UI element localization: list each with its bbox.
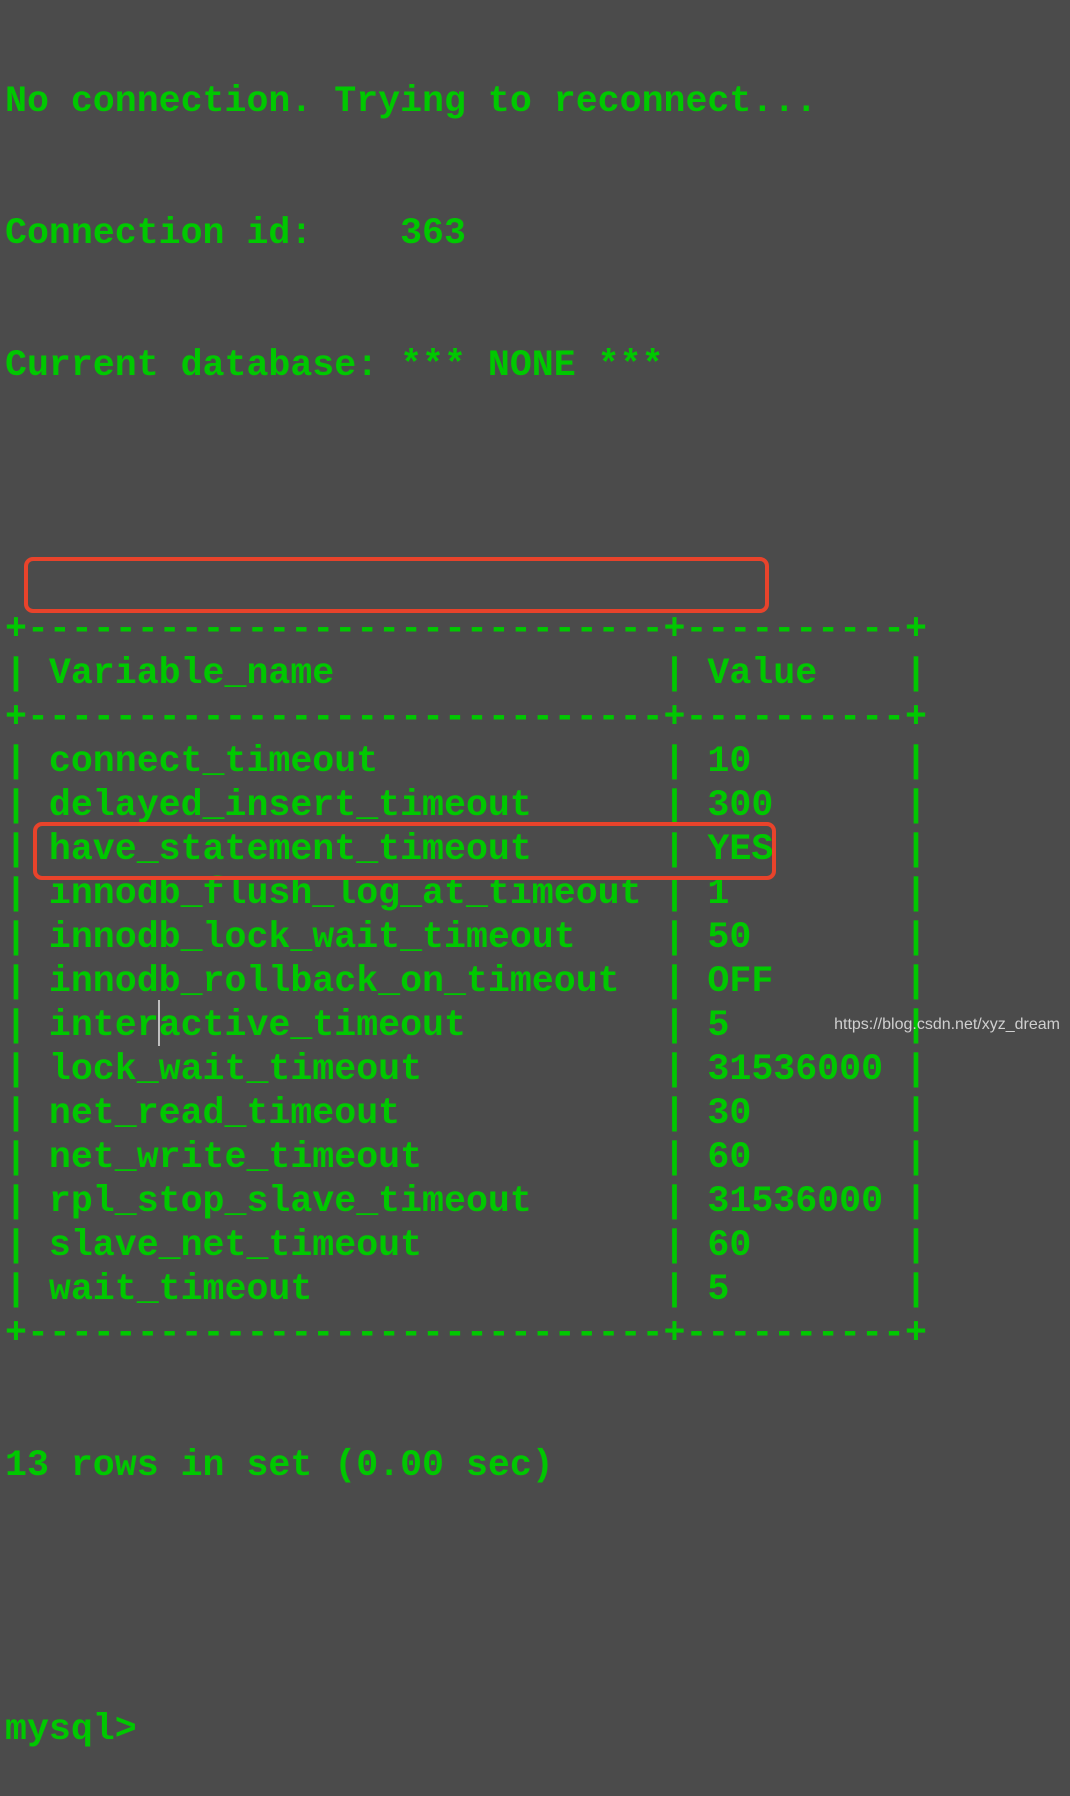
status-line-current-database: Current database: *** NONE *** [5, 345, 664, 386]
status-line-connection-id: Connection id: 363 [5, 213, 466, 254]
table-row: | net_write_timeout | 60 | [5, 1137, 927, 1178]
watermark: https://blog.csdn.net/xyz_dream [834, 1016, 1060, 1033]
text-cursor [158, 1000, 160, 1046]
table-header-row: | Variable_name | Value | [5, 653, 927, 694]
terminal-output: No connection. Trying to reconnect... Co… [5, 0, 927, 1796]
table-border-top: +-----------------------------+---------… [5, 609, 927, 650]
table-border-header: +-----------------------------+---------… [5, 697, 927, 738]
status-line-connection: No connection. Trying to reconnect... [5, 81, 818, 122]
command-prompt[interactable]: mysql> [5, 1708, 927, 1752]
table-row: | innodb_lock_wait_timeout | 50 | [5, 917, 927, 958]
table-row: | net_read_timeout | 30 | [5, 1093, 927, 1134]
table-border-bottom: +-----------------------------+---------… [5, 1313, 927, 1354]
table-row: | wait_timeout | 5 | [5, 1269, 927, 1310]
prompt-label: mysql> [5, 1709, 137, 1750]
highlight-box-wait-timeout [33, 822, 776, 880]
table-row: | slave_net_timeout | 60 | [5, 1225, 927, 1266]
table-row: | lock_wait_timeout | 31536000 | [5, 1049, 927, 1090]
result-summary: 13 rows in set (0.00 sec) [5, 1445, 554, 1486]
highlight-box-interactive-timeout [24, 557, 769, 613]
table-row: | innodb_rollback_on_timeout | OFF | [5, 961, 927, 1002]
table-row: | interactive_timeout | 5 | [5, 1005, 927, 1046]
table-row: | connect_timeout | 10 | [5, 741, 927, 782]
table-row: | rpl_stop_slave_timeout | 31536000 | [5, 1181, 927, 1222]
result-table: +-----------------------------+---------… [5, 608, 927, 1356]
